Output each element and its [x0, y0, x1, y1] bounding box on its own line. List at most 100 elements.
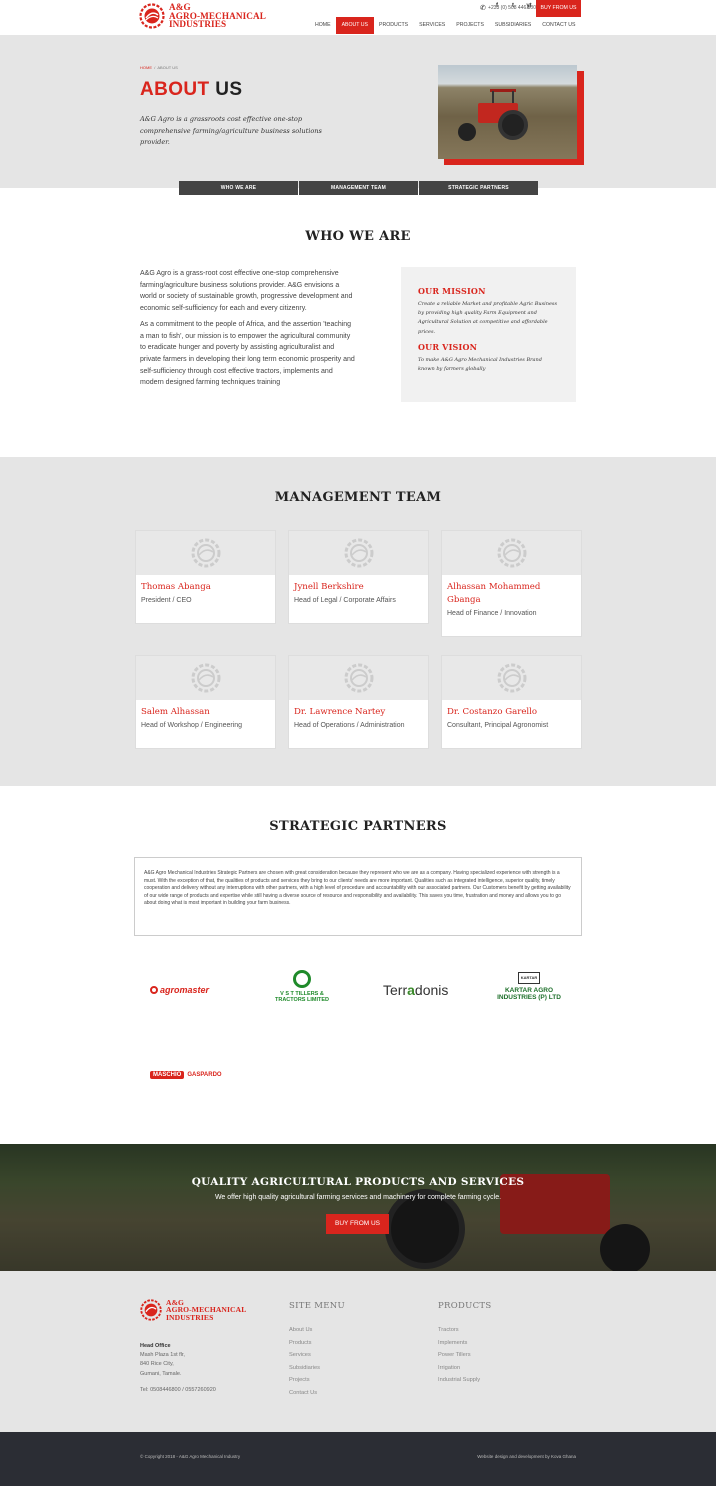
footer-link-implements[interactable]: Implements — [438, 1337, 480, 1350]
gear-placeholder-icon — [344, 663, 373, 693]
member-photo-placeholder — [289, 531, 428, 575]
partner-logo-vst[interactable]: V S T TILLERS & TRACTORS LIMITED — [272, 970, 332, 1003]
gear-logo-icon — [140, 1299, 162, 1321]
breadcrumb-current: ABOUT US — [157, 65, 178, 70]
address-line: Gumani, Tamale. — [140, 1370, 182, 1377]
footer-link-tractors[interactable]: Tractors — [438, 1324, 480, 1337]
credit-text[interactable]: Website design and development by Kova G… — [477, 1454, 576, 1459]
twitter-icon[interactable]: t — [505, 3, 521, 9]
vision-title: OUR VISION — [418, 341, 478, 352]
footer-link-products[interactable]: Products — [289, 1337, 320, 1350]
vision-text: To make A&G Agro Mechanical Industries B… — [418, 356, 542, 373]
team-card[interactable]: Salem Alhassan Head of Workshop / Engine… — [135, 655, 276, 749]
tractor-photo — [438, 65, 577, 159]
team-card[interactable]: Alhassan Mohammed Gbanga Head of Finance… — [441, 530, 582, 637]
products-list: Tractors Implements Power Tillers Irriga… — [438, 1324, 480, 1387]
page-hero: HOME / ABOUT US ABOUT US A&G Agro is a g… — [0, 35, 716, 188]
gear-placeholder-icon — [191, 663, 220, 693]
nav-products[interactable]: PRODUCTS — [374, 17, 414, 34]
member-role: Head of Finance / Innovation — [447, 610, 537, 617]
nav-projects[interactable]: PROJECTS — [451, 17, 490, 34]
page-title-red: ABOUT — [140, 79, 210, 100]
main-nav: HOME ABOUT US PRODUCTS SERVICES PROJECTS… — [310, 17, 582, 34]
nav-about-us[interactable]: ABOUT US — [336, 17, 374, 34]
partners-description: A&G Agro Mechanical Industries Strategic… — [134, 857, 582, 936]
footer-link-irrigation[interactable]: Irrigation — [438, 1362, 480, 1375]
member-name: Jynell Berkshire — [294, 582, 364, 592]
agromaster-text: agromaster — [160, 985, 210, 995]
tab-who-we-are[interactable]: WHO WE ARE — [179, 181, 298, 195]
logo-line3: INDUSTRIES — [166, 1312, 214, 1322]
who-we-are-title: WHO WE ARE — [305, 229, 411, 244]
member-photo-placeholder — [136, 531, 275, 575]
nav-services[interactable]: SERVICES — [414, 17, 451, 34]
footer-link-subsidiaries[interactable]: Subsidiaries — [289, 1362, 320, 1375]
breadcrumb-separator: / — [154, 65, 156, 70]
facebook-icon[interactable]: f — [489, 3, 505, 9]
who-paragraph: As a commitment to the people of Africa,… — [140, 320, 355, 387]
mission-text: Create a reliable Market and profitable … — [418, 301, 558, 335]
nav-contact-us[interactable]: CONTACT US — [537, 17, 581, 34]
team-card[interactable]: Thomas Abanga President / CEO — [135, 530, 276, 624]
footer-tel: Tel: 0508446800 / 0557260920 — [140, 1386, 216, 1393]
hero-intro: A&G Agro is a grassroots cost effective … — [140, 115, 322, 146]
terra-part2: a — [407, 982, 415, 998]
who-paragraph: A&G Agro is a grass-root cost effective … — [140, 270, 353, 313]
tab-strategic-partners[interactable]: STRATEGIC PARTNERS — [419, 181, 538, 195]
buy-from-us-button[interactable]: BUY FROM US — [536, 0, 581, 17]
address-line: Mash Plaza 1st flr, — [140, 1352, 185, 1359]
member-role: Consultant, Principal Agronomist — [447, 722, 549, 729]
footer-link-power-tillers[interactable]: Power Tillers — [438, 1349, 480, 1362]
footer-link-industrial-supply[interactable]: Industrial Supply — [438, 1374, 480, 1387]
office-label: Head Office — [140, 1343, 171, 1349]
member-name: Dr. Costanzo Garello — [447, 707, 538, 717]
whatsapp-icon: ✆ — [480, 5, 487, 12]
gear-placeholder-icon — [191, 538, 220, 568]
member-role: President / CEO — [141, 597, 192, 604]
cta-banner: QUALITY AGRICULTURAL PRODUCTS AND SERVIC… — [0, 1144, 716, 1271]
footer-link-contact-us[interactable]: Contact Us — [289, 1387, 320, 1400]
kartar-line1: KARTAR AGRO — [504, 987, 554, 994]
page-title: ABOUT US — [140, 79, 242, 101]
site-header: A&G AGRO-MECHANICAL INDUSTRIES ✆ +233 (0… — [0, 0, 716, 35]
page-title-dark: US — [215, 79, 243, 100]
kartar-line2: INDUSTRIES (P) LTD — [497, 994, 561, 1001]
member-photo-placeholder — [442, 531, 581, 575]
partner-logo-maschio-gaspardo[interactable]: MASCHIO GASPARDO — [150, 1071, 222, 1079]
breadcrumb-home[interactable]: HOME — [140, 65, 152, 70]
youtube-icon[interactable]: yt — [521, 3, 537, 9]
social-links: f t yt — [489, 3, 537, 9]
partner-logo-agromaster[interactable]: agromaster — [150, 985, 209, 995]
gear-placeholder-icon — [497, 663, 526, 693]
team-card[interactable]: Dr. Costanzo Garello Consultant, Princip… — [441, 655, 582, 749]
member-photo-placeholder — [442, 656, 581, 700]
cta-overlay — [0, 1144, 716, 1271]
management-team-title: MANAGEMENT TEAM — [274, 490, 442, 505]
member-role: Head of Operations / Administration — [294, 722, 405, 729]
logo-line3: INDUSTRIES — [169, 19, 227, 30]
mission-title: OUR MISSION — [418, 286, 486, 296]
terra-part3: donis — [414, 982, 449, 998]
member-name: Alhassan Mohammed Gbanga — [447, 582, 541, 605]
nav-home[interactable]: HOME — [310, 17, 337, 34]
nav-subsidiaries[interactable]: SUBSIDIARIES — [489, 17, 536, 34]
tab-management-team[interactable]: MANAGEMENT TEAM — [299, 181, 418, 195]
gear-placeholder-icon — [344, 538, 373, 568]
footer-link-about-us[interactable]: About Us — [289, 1324, 320, 1337]
partner-logo-terradonis[interactable]: Terradonis — [383, 982, 448, 998]
member-photo-placeholder — [289, 656, 428, 700]
team-card[interactable]: Dr. Lawrence Nartey Head of Operations /… — [288, 655, 429, 749]
maschio-badge: MASCHIO — [150, 1071, 185, 1079]
partner-logo-kartar[interactable]: KARTAR KARTAR AGRO INDUSTRIES (P) LTD — [490, 972, 568, 1001]
site-menu-title: SITE MENU — [289, 1301, 345, 1311]
section-tabs: WHO WE ARE MANAGEMENT TEAM STRATEGIC PAR… — [179, 181, 539, 195]
site-logo[interactable]: A&G AGRO-MECHANICAL INDUSTRIES — [139, 3, 266, 29]
tractor-wheel — [458, 123, 476, 141]
site-menu-list: About Us Products Services Subsidiaries … — [289, 1324, 320, 1399]
footer-link-services[interactable]: Services — [289, 1349, 320, 1362]
footer-logo[interactable]: A&G AGRO-MECHANICAL INDUSTRIES — [140, 1299, 246, 1321]
terra-part1: Terr — [383, 982, 408, 998]
cta-buy-button[interactable]: BUY FROM US — [326, 1214, 389, 1234]
footer-link-projects[interactable]: Projects — [289, 1374, 320, 1387]
team-card[interactable]: Jynell Berkshire Head of Legal / Corpora… — [288, 530, 429, 624]
